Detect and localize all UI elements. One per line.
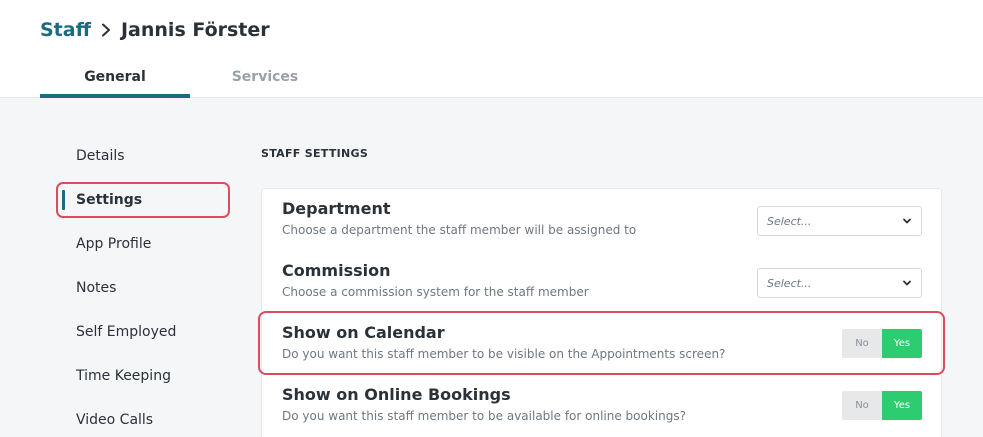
sidebar-item-details[interactable]: Details (56, 134, 230, 178)
settings-sidebar: Details Settings App Profile Notes Self … (56, 134, 230, 437)
tab-services[interactable]: Services (190, 58, 340, 98)
toggle-no-button[interactable]: No (842, 391, 882, 420)
section-title: STAFF SETTINGS (261, 147, 369, 160)
toggle-yes-button[interactable]: Yes (882, 391, 922, 420)
setting-row-department: Department Choose a department the staff… (262, 189, 943, 251)
page-title: Jannis Förster (120, 19, 270, 41)
setting-title: Department (282, 199, 391, 218)
department-select[interactable]: Select... (757, 206, 922, 236)
commission-select[interactable]: Select... (757, 268, 922, 298)
setting-row-show-on-calendar: Show on Calendar Do you want this staff … (262, 313, 943, 375)
commission-select-value: Select... (767, 276, 812, 290)
sidebar-item-video-calls[interactable]: Video Calls (56, 398, 230, 437)
setting-description: Choose a department the staff member wil… (282, 223, 637, 237)
toggle-no-button[interactable]: No (842, 329, 882, 358)
setting-row-commission: Commission Choose a commission system fo… (262, 251, 943, 313)
setting-title: Show on Online Bookings (282, 385, 511, 404)
sidebar-item-self-employed[interactable]: Self Employed (56, 310, 230, 354)
chevron-right-icon (101, 23, 111, 37)
show-on-calendar-toggle: No Yes (842, 329, 922, 358)
sidebar-item-app-profile[interactable]: App Profile (56, 222, 230, 266)
sidebar-item-time-keeping[interactable]: Time Keeping (56, 354, 230, 398)
tab-general[interactable]: General (40, 58, 190, 98)
setting-description: Do you want this staff member to be visi… (282, 347, 726, 361)
sidebar-item-settings[interactable]: Settings (56, 182, 230, 218)
chevron-down-icon (902, 278, 912, 291)
setting-description: Do you want this staff member to be avai… (282, 409, 686, 423)
setting-description: Choose a commission system for the staff… (282, 285, 589, 299)
setting-title: Show on Calendar (282, 323, 445, 342)
page-header: Staff Jannis Förster General Services (0, 0, 983, 98)
show-on-online-bookings-toggle: No Yes (842, 391, 922, 420)
settings-card: Department Choose a department the staff… (261, 188, 942, 437)
breadcrumb: Staff Jannis Förster (40, 19, 270, 41)
toggle-yes-button[interactable]: Yes (882, 329, 922, 358)
breadcrumb-staff-link[interactable]: Staff (40, 19, 91, 41)
chevron-down-icon (902, 216, 912, 229)
sidebar-item-notes[interactable]: Notes (56, 266, 230, 310)
tab-bar: General Services (40, 58, 340, 98)
setting-row-show-on-online-bookings: Show on Online Bookings Do you want this… (262, 375, 943, 437)
setting-title: Commission (282, 261, 391, 280)
department-select-value: Select... (767, 214, 812, 228)
